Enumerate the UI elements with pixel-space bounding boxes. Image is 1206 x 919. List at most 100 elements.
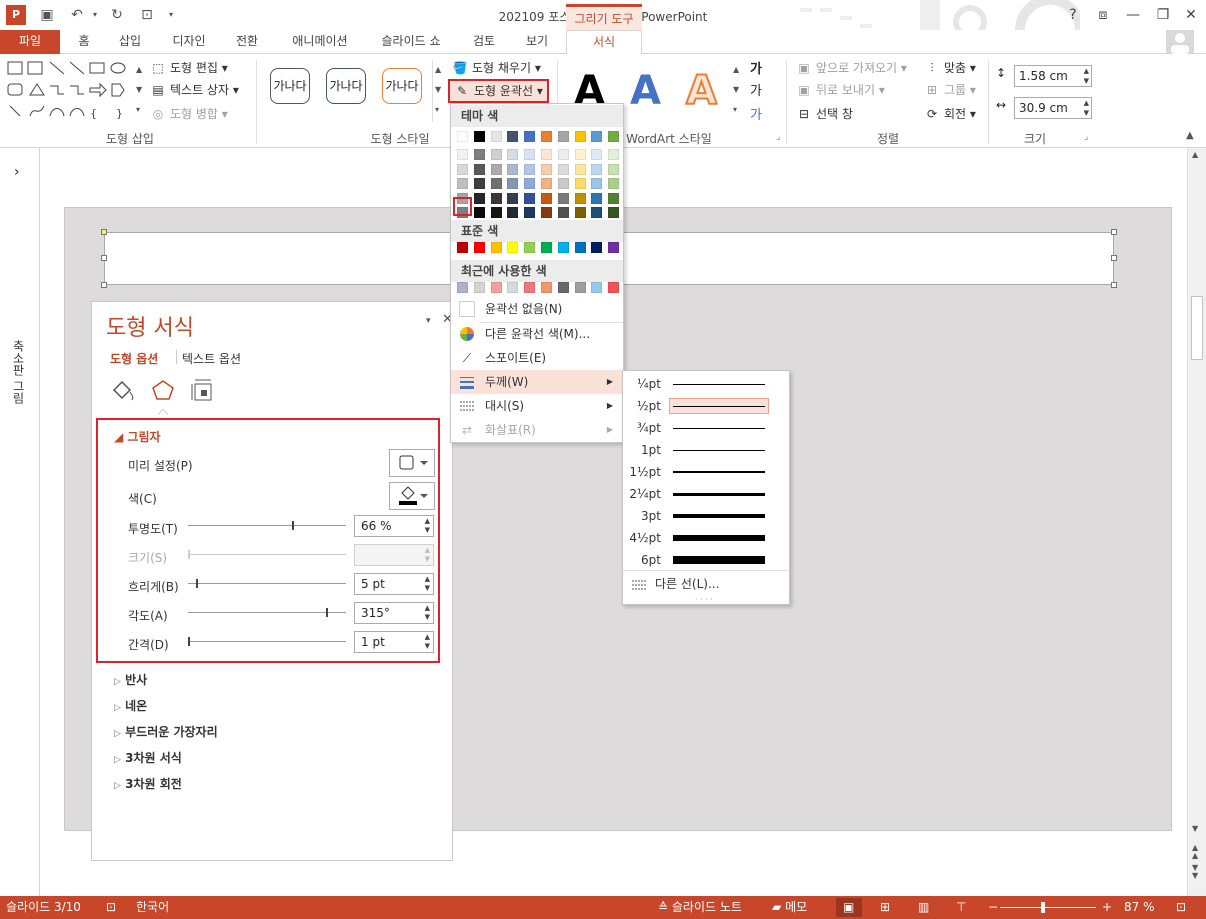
glow-section-header[interactable]: ▷ 네온 — [114, 697, 147, 714]
shape-style-sample-2[interactable]: 가나다 — [326, 68, 366, 104]
color-swatch[interactable] — [557, 131, 569, 142]
color-swatch[interactable] — [490, 131, 502, 142]
spelling-icon[interactable]: ⊡ — [106, 899, 116, 916]
resize-handle[interactable] — [101, 282, 107, 288]
color-swatch[interactable] — [574, 207, 586, 218]
color-swatch[interactable] — [457, 163, 468, 175]
transparency-input[interactable]: 66 % ▲ ▼ — [354, 515, 434, 537]
resize-grip-icon[interactable]: · · · · — [695, 595, 713, 604]
shadow-preset-dropdown[interactable] — [389, 449, 435, 477]
shapes-gallery[interactable]: {} — [6, 60, 136, 120]
group-button[interactable]: ⊞ 그룹 ▾ — [924, 80, 976, 100]
color-swatch[interactable] — [591, 131, 603, 142]
shadow-size-input[interactable]: ▲ ▼ — [354, 544, 434, 566]
color-swatch[interactable] — [507, 282, 519, 293]
color-swatch[interactable] — [524, 242, 536, 253]
color-swatch[interactable] — [473, 149, 485, 160]
color-swatch[interactable] — [557, 163, 569, 175]
color-swatch[interactable] — [490, 282, 502, 293]
slideshow-view-icon[interactable]: ⊤ — [956, 899, 966, 916]
color-swatch[interactable] — [524, 131, 536, 142]
color-swatch[interactable] — [574, 192, 586, 204]
user-avatar[interactable] — [1166, 30, 1194, 54]
color-swatch[interactable] — [507, 163, 519, 175]
weight-option[interactable]: 2¼pt — [623, 483, 789, 505]
close-button[interactable]: ✕ — [1180, 6, 1202, 24]
weight-option[interactable]: 1½pt — [623, 461, 789, 483]
shape-styles-scroll-icon[interactable]: ▲ ▼ ▾ — [432, 60, 444, 122]
color-swatch[interactable] — [557, 178, 569, 189]
color-swatch[interactable] — [524, 178, 536, 189]
comments-button[interactable]: ▰ 메모 — [772, 899, 807, 916]
color-swatch[interactable] — [507, 149, 519, 160]
color-swatch[interactable] — [457, 131, 468, 142]
transparency-slider[interactable] — [188, 525, 346, 526]
menu-item-more-lines[interactable]: 다른 선(L)... — [623, 572, 789, 596]
notes-button[interactable]: ≙ 슬라이드 노트 — [658, 899, 742, 916]
reading-view-icon[interactable]: ▥ — [918, 899, 929, 916]
color-swatch[interactable] — [574, 178, 586, 189]
distance-slider-thumb[interactable] — [188, 637, 190, 646]
rotate-button[interactable]: ⟳ 회전 ▾ — [924, 104, 976, 124]
merge-shapes-button[interactable]: ◎ 도형 병합 ▾ — [150, 104, 228, 124]
color-swatch[interactable] — [524, 207, 536, 218]
color-swatch[interactable] — [541, 131, 552, 142]
shape-fill-button[interactable]: 🪣 도형 채우기 ▾ — [452, 58, 541, 78]
menu-item-weight[interactable]: 두께(W) ▶ — [451, 370, 623, 394]
fill-line-icon[interactable] — [110, 378, 136, 402]
color-swatch[interactable] — [490, 178, 502, 189]
color-swatch[interactable] — [557, 149, 569, 160]
expand-thumbnails-icon[interactable]: › — [14, 164, 20, 180]
shadow-section-header[interactable]: ◢ 그림자 — [114, 428, 161, 445]
color-swatch[interactable] — [457, 282, 468, 293]
slide-sorter-view-icon[interactable]: ⊞ — [880, 899, 890, 916]
color-swatch[interactable] — [524, 282, 536, 293]
color-swatch[interactable] — [507, 131, 519, 142]
color-swatch[interactable] — [473, 131, 485, 142]
color-swatch[interactable] — [507, 242, 519, 253]
resize-handle[interactable] — [1111, 229, 1117, 235]
menu-item-eyedropper[interactable]: ⟋ 스포이트(E) — [451, 346, 623, 370]
3d-rotation-section-header[interactable]: ▷ 3차원 회전 — [114, 775, 182, 792]
wordart-dialog-launcher-icon[interactable]: ⌟ — [776, 132, 780, 142]
color-swatch[interactable] — [557, 207, 569, 218]
menu-item-arrows[interactable]: ⇄ 화살표(R) ▶ — [451, 418, 623, 442]
shadow-size-slider-thumb[interactable] — [188, 550, 190, 559]
scrollbar-thumb[interactable] — [1191, 296, 1203, 360]
shadow-size-slider[interactable] — [188, 554, 346, 555]
color-swatch[interactable] — [608, 242, 620, 253]
shape-style-sample-3[interactable]: 가나다 — [382, 68, 422, 104]
color-swatch[interactable] — [608, 149, 620, 160]
color-swatch[interactable] — [457, 178, 468, 189]
shapes-gallery-scroll-icon[interactable]: ▲ ▼ ▾ — [136, 60, 146, 120]
weight-option[interactable]: 6pt — [623, 549, 789, 571]
color-swatch[interactable] — [591, 242, 603, 253]
color-swatch[interactable] — [490, 192, 502, 204]
color-swatch[interactable] — [473, 192, 485, 204]
color-swatch[interactable] — [591, 163, 603, 175]
tab-insert[interactable]: 삽입 — [108, 30, 152, 54]
color-swatch[interactable] — [490, 207, 502, 218]
weight-option[interactable]: ¾pt — [623, 417, 789, 439]
previous-slide-icon[interactable]: ▲ ▲ — [1192, 844, 1198, 860]
soft-edges-section-header[interactable]: ▷ 부드러운 가장자리 — [114, 723, 218, 740]
color-swatch[interactable] — [507, 178, 519, 189]
color-swatch[interactable] — [557, 192, 569, 204]
shape-height-input[interactable]: 1.58 cm ▲ ▼ — [1014, 65, 1092, 87]
shadow-color-dropdown[interactable] — [389, 482, 435, 510]
edit-shape-button[interactable]: ⬚ 도형 편집 ▾ — [150, 58, 228, 78]
color-swatch[interactable] — [490, 242, 502, 253]
angle-slider[interactable] — [188, 612, 346, 613]
blur-input[interactable]: 5 pt ▲ ▼ — [354, 573, 434, 595]
fit-to-window-icon[interactable]: ⊡ — [1176, 899, 1186, 916]
color-swatch[interactable] — [608, 131, 620, 142]
tab-transitions[interactable]: 전환 — [224, 30, 270, 54]
wordart-sample-3[interactable]: A — [685, 67, 718, 115]
angle-input[interactable]: 315° ▲ ▼ — [354, 602, 434, 624]
distance-slider[interactable] — [188, 641, 346, 642]
menu-item-no-outline[interactable]: 윤곽선 없음(N) — [451, 297, 623, 321]
tab-text-options[interactable]: 텍스트 옵션 — [182, 350, 241, 367]
weight-option[interactable]: 1pt — [623, 439, 789, 461]
color-swatch[interactable] — [541, 163, 552, 175]
color-swatch[interactable] — [574, 163, 586, 175]
